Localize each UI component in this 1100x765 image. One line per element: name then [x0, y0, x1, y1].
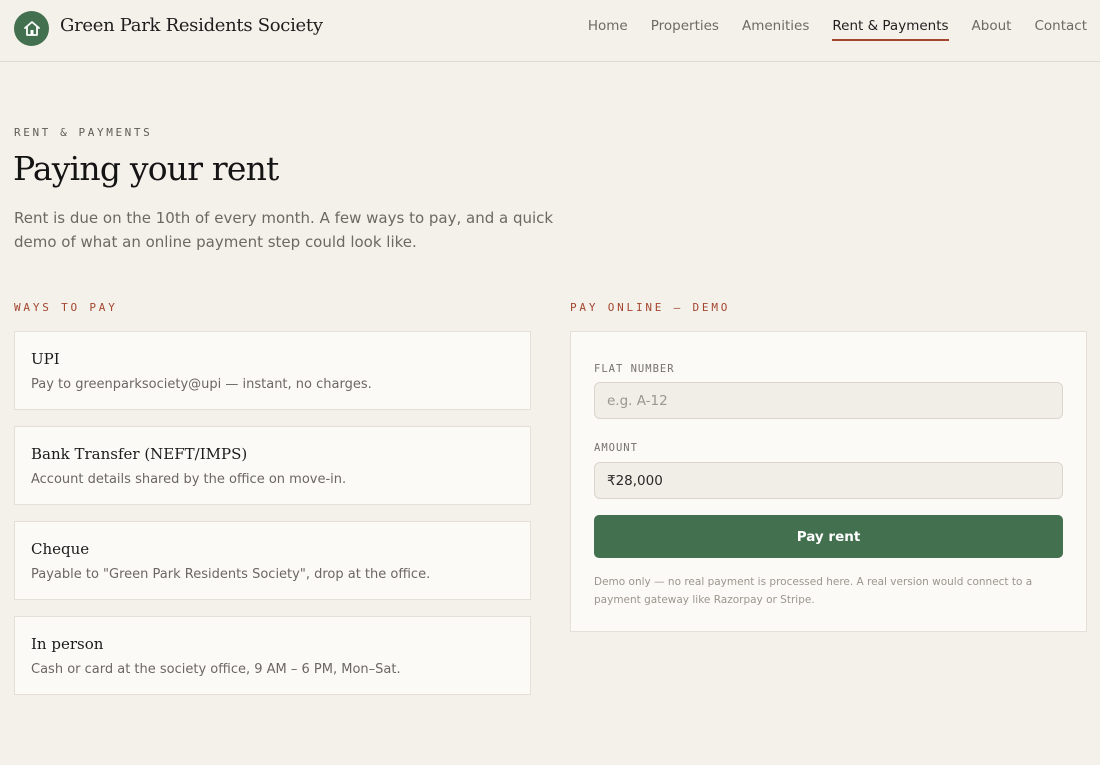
page-title: Paying your rent — [13, 149, 279, 188]
payment-method-title: In person — [31, 635, 104, 653]
payment-method-title: Cheque — [31, 540, 90, 558]
payment-method-description: Account details shared by the office on … — [31, 472, 347, 487]
nav-home[interactable]: Home — [588, 18, 628, 41]
payment-method-card-upi: UPI Pay to greenparksociety@upi — instan… — [14, 331, 531, 410]
amount-label: AMOUNT — [594, 442, 638, 454]
payment-method-card-bank-transfer: Bank Transfer (NEFT/IMPS) Account detail… — [14, 426, 531, 505]
payment-method-card-in-person: In person Cash or card at the society of… — [14, 616, 531, 695]
page-eyebrow: RENT & PAYMENTS — [14, 126, 153, 139]
payment-method-description: Payable to "Green Park Residents Society… — [31, 567, 431, 582]
house-icon[interactable] — [14, 11, 49, 46]
payment-method-title: UPI — [31, 350, 60, 368]
flat-number-input[interactable] — [594, 382, 1063, 419]
nav-about[interactable]: About — [972, 18, 1012, 41]
site-brand[interactable]: Green Park Residents Society — [60, 15, 323, 36]
site-header: Green Park Residents Society Home Proper… — [0, 0, 1100, 62]
nav-rent-payments[interactable]: Rent & Payments — [832, 18, 949, 41]
amount-input[interactable] — [594, 462, 1063, 499]
nav-amenities[interactable]: Amenities — [742, 18, 809, 41]
pay-rent-button[interactable]: Pay rent — [594, 515, 1063, 558]
nav-contact[interactable]: Contact — [1034, 18, 1087, 41]
payment-method-card-cheque: Cheque Payable to "Green Park Residents … — [14, 521, 531, 600]
nav-properties[interactable]: Properties — [651, 18, 719, 41]
flat-number-label: FLAT NUMBER — [594, 363, 675, 375]
pay-online-form: FLAT NUMBER AMOUNT Pay rent Demo only — … — [570, 331, 1087, 632]
payment-method-description: Cash or card at the society office, 9 AM… — [31, 662, 401, 677]
payment-method-title: Bank Transfer (NEFT/IMPS) — [31, 445, 248, 463]
payment-method-description: Pay to greenparksociety@upi — instant, n… — [31, 377, 372, 392]
page-intro: Rent is due on the 10th of every month. … — [14, 209, 554, 251]
demo-disclaimer: Demo only — no real payment is processed… — [594, 576, 1033, 606]
main-nav: Home Properties Amenities Rent & Payment… — [588, 18, 1087, 41]
pay-online-heading: PAY ONLINE — DEMO — [570, 301, 731, 314]
ways-to-pay-heading: WAYS TO PAY — [14, 301, 118, 314]
